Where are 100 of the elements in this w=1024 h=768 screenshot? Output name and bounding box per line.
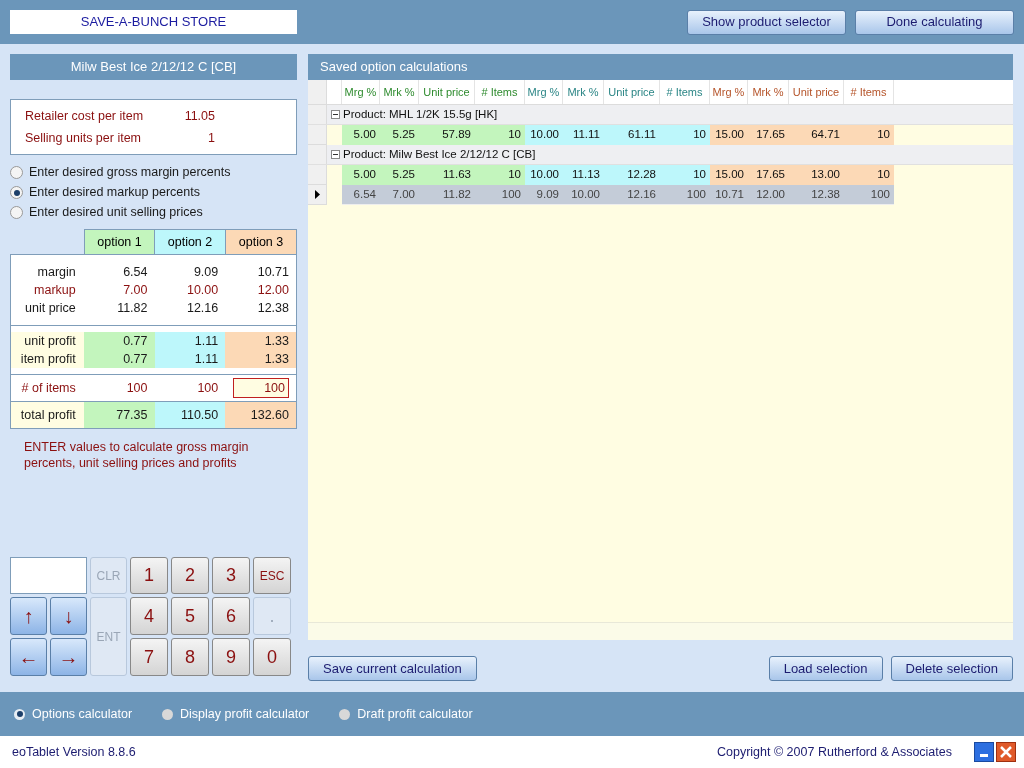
table-cell: 11.13: [563, 165, 604, 185]
action-button[interactable]: Show product selector: [687, 9, 846, 35]
arrow-key[interactable]: ←: [10, 638, 47, 676]
column-header[interactable]: # Items: [660, 80, 710, 104]
table-cell: 11.11: [563, 125, 604, 145]
table-cell: 5.25: [380, 125, 419, 145]
column-header[interactable]: # Items: [844, 80, 894, 104]
value-cell-text: 100: [125, 380, 148, 397]
column-header[interactable]: Mrk %: [563, 80, 604, 104]
field-value: 1: [207, 129, 215, 147]
field-label: Selling units per item: [25, 129, 143, 147]
table-cell: 12.16: [604, 185, 660, 205]
table-cell: 11.82: [419, 185, 475, 205]
column-header: option 2: [155, 229, 226, 254]
radio-label[interactable]: Enter desired unit selling prices: [29, 203, 203, 222]
product-title: Milw Best Ice 2/12/12 C [CB]: [10, 54, 297, 80]
version-text: eoTablet Version 8.8.6: [12, 743, 136, 761]
column-header: option 3: [226, 229, 297, 254]
table-cell: 12.38: [789, 185, 844, 205]
table-cell: 5.00: [342, 165, 380, 185]
radio-label[interactable]: Options calculator: [32, 704, 133, 724]
horizontal-scrollbar[interactable]: [308, 622, 1013, 640]
keypad-key[interactable]: 2: [171, 557, 209, 594]
action-button[interactable]: Done calculating: [855, 9, 1014, 35]
action-button[interactable]: Save current calculation: [308, 656, 477, 681]
table-cell: 100: [660, 185, 710, 205]
table-cell: 7.00: [380, 185, 419, 205]
table-cell: 10: [844, 165, 894, 185]
close-icon[interactable]: [996, 742, 1016, 762]
arrow-key[interactable]: ↑: [10, 597, 47, 635]
value-cell-text: 100: [196, 380, 219, 397]
table-cell: 15.00: [710, 165, 748, 185]
collapse-icon[interactable]: [331, 110, 340, 119]
hint-text: ENTER values to calculate gross margin percents, unit selling prices and profits: [23, 439, 250, 471]
row-label: unit profit: [23, 333, 76, 350]
column-header[interactable]: Unit price: [419, 80, 475, 104]
radio-button[interactable]: [10, 186, 23, 199]
minimize-button[interactable]: [974, 742, 994, 762]
column-header: option 1: [84, 229, 155, 254]
row-header[interactable]: [308, 185, 327, 205]
collapse-icon[interactable]: [331, 150, 340, 159]
column-header[interactable]: Unit price: [604, 80, 660, 104]
table-cell: 11.63: [419, 165, 475, 185]
column-header[interactable]: Mrg %: [342, 80, 380, 104]
keypad-key[interactable]: 8: [171, 638, 209, 676]
keypad-key[interactable]: 5: [171, 597, 209, 635]
table-cell: 100: [475, 185, 525, 205]
radio-label[interactable]: Draft profit calculator: [357, 704, 473, 724]
keypad-key[interactable]: ESC: [253, 557, 291, 594]
table-cell: 9.09: [525, 185, 563, 205]
keypad-key[interactable]: 1: [130, 557, 168, 594]
keypad-key[interactable]: 3: [212, 557, 250, 594]
table-cell: 17.65: [748, 125, 789, 145]
radio-button[interactable]: [14, 708, 25, 720]
column-header[interactable]: Mrk %: [380, 80, 419, 104]
value-cell-text: 6.54: [122, 264, 148, 281]
arrow-key[interactable]: ↓: [50, 597, 87, 635]
group-label: Product: MHL 1/2K 15.5g [HK]: [343, 106, 498, 122]
radio-button[interactable]: [10, 166, 23, 179]
keypad-key[interactable]: 0: [253, 638, 291, 676]
keypad-key[interactable]: 6: [212, 597, 250, 635]
arrow-key[interactable]: →: [50, 638, 87, 676]
copyright-text: Copyright © 2007 Rutherford & Associates: [716, 743, 952, 761]
input-field[interactable]: 100: [233, 378, 289, 398]
table-cell: 17.65: [748, 165, 789, 185]
column-header[interactable]: # Items: [475, 80, 525, 104]
table-cell: 61.11: [604, 125, 660, 145]
column-header[interactable]: Unit price: [789, 80, 844, 104]
table-cell: 64.71: [789, 125, 844, 145]
store-name: SAVE-A-BUNCH STORE: [10, 10, 297, 34]
table-cell: 10: [660, 125, 710, 145]
keypad-display[interactable]: [10, 557, 87, 594]
table-cell: 10: [475, 165, 525, 185]
group-label: Product: Milw Best Ice 2/12/12 C [CB]: [343, 146, 536, 162]
radio-button[interactable]: [10, 206, 23, 219]
radio-label[interactable]: Enter desired gross margin percents: [29, 163, 231, 182]
radio-button[interactable]: [339, 708, 351, 720]
value-cell-text: 110.50: [179, 407, 219, 424]
column-header[interactable]: Mrk %: [748, 80, 789, 104]
column-header[interactable]: Mrg %: [525, 80, 563, 104]
table-cell: 10.00: [563, 185, 604, 205]
action-button[interactable]: Load selection: [768, 656, 883, 681]
value-cell-text: 77.35: [115, 407, 148, 424]
column-header[interactable]: Mrg %: [710, 80, 748, 104]
value-cell-text: 1.11: [193, 351, 219, 368]
radio-button[interactable]: [162, 708, 174, 720]
table-cell: 100: [844, 185, 894, 205]
table-cell: 10.00: [525, 125, 563, 145]
value-cell-text: 0.77: [122, 333, 148, 350]
value-cell-text: 0.77: [122, 351, 148, 368]
radio-label[interactable]: Enter desired markup percents: [29, 183, 200, 202]
radio-label[interactable]: Display profit calculator: [180, 704, 310, 724]
value-cell-text: 1.33: [263, 351, 289, 368]
field-label: Retailer cost per item: [25, 107, 145, 125]
value-cell-text: 12.16: [185, 300, 219, 317]
action-button[interactable]: Delete selection: [890, 656, 1013, 681]
keypad-key[interactable]: 4: [130, 597, 168, 635]
keypad-key[interactable]: 9: [212, 638, 250, 676]
row-label: margin: [36, 264, 76, 281]
keypad-key[interactable]: 7: [130, 638, 168, 676]
